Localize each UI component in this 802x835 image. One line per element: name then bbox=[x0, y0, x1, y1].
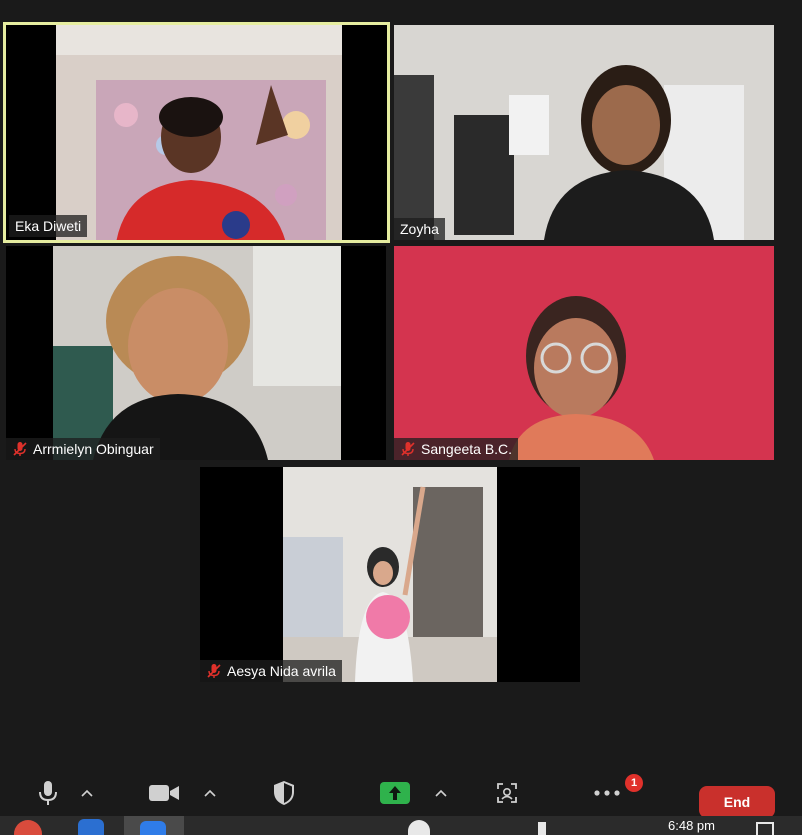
mic-muted-icon bbox=[401, 442, 415, 456]
audio-options-caret[interactable] bbox=[78, 778, 96, 808]
participant-name: Zoyha bbox=[400, 221, 439, 237]
reactions-button[interactable] bbox=[495, 778, 519, 808]
participant-name-bar: Eka Diweti bbox=[9, 215, 88, 237]
microphone-icon bbox=[39, 781, 57, 805]
meeting-toolbar bbox=[0, 770, 802, 816]
more-button[interactable] bbox=[592, 778, 622, 808]
chevron-up-icon bbox=[435, 789, 447, 797]
video-options-caret[interactable] bbox=[201, 778, 219, 808]
participant-video-image bbox=[394, 246, 774, 460]
mic-muted-icon bbox=[13, 442, 27, 456]
participant-name: Aesya Nida avrila bbox=[227, 663, 336, 679]
participant-video-image bbox=[283, 467, 497, 682]
security-button[interactable] bbox=[272, 778, 296, 808]
video-feed bbox=[56, 25, 342, 240]
participant-name-bar: Zoyha bbox=[394, 218, 445, 240]
tray-icon[interactable] bbox=[538, 822, 546, 835]
video-camera-icon bbox=[149, 785, 179, 801]
video-feed bbox=[394, 25, 774, 240]
chevron-up-icon bbox=[204, 789, 216, 797]
end-meeting-button[interactable]: End bbox=[699, 786, 775, 818]
participant-name-bar: Aesya Nida avrila bbox=[200, 660, 342, 682]
participant-tile[interactable]: Zoyha bbox=[394, 25, 774, 240]
shield-icon bbox=[274, 781, 294, 805]
taskbar-app-icon[interactable] bbox=[78, 819, 104, 835]
share-screen-icon bbox=[380, 782, 410, 804]
mic-muted-icon bbox=[207, 664, 221, 678]
taskbar-app-icon[interactable] bbox=[14, 820, 42, 835]
video-button[interactable] bbox=[148, 778, 180, 808]
mute-button[interactable] bbox=[34, 778, 62, 808]
chevron-up-icon bbox=[81, 789, 93, 797]
video-feed bbox=[53, 246, 341, 460]
notification-badge: 1 bbox=[625, 774, 643, 792]
participant-tile[interactable]: Aesya Nida avrila bbox=[200, 467, 580, 682]
video-gallery: Eka Diweti Zoyha Arrmielyn Obinguar Sang… bbox=[0, 0, 802, 770]
participant-name-bar: Arrmielyn Obinguar bbox=[6, 438, 160, 460]
taskbar-app-icon[interactable] bbox=[140, 821, 166, 835]
system-clock: 6:48 pm bbox=[668, 818, 715, 833]
video-feed bbox=[394, 246, 774, 460]
share-screen-button[interactable] bbox=[380, 778, 410, 808]
share-options-caret[interactable] bbox=[432, 778, 450, 808]
notifications-icon[interactable] bbox=[756, 822, 774, 835]
participant-name-bar: Sangeeta B.C. bbox=[394, 438, 519, 460]
tray-icon[interactable] bbox=[408, 820, 430, 835]
participant-tile[interactable]: Eka Diweti bbox=[3, 22, 390, 243]
participant-video-image bbox=[53, 246, 341, 460]
participant-video-image bbox=[56, 25, 342, 240]
participant-name: Arrmielyn Obinguar bbox=[33, 441, 154, 457]
more-icon bbox=[594, 790, 620, 796]
reactions-icon bbox=[497, 783, 517, 803]
participant-video-image bbox=[394, 25, 774, 240]
participant-tile[interactable]: Sangeeta B.C. bbox=[394, 246, 774, 460]
participant-name: Sangeeta B.C. bbox=[421, 441, 513, 457]
participant-tile[interactable]: Arrmielyn Obinguar bbox=[6, 246, 386, 460]
participant-name: Eka Diweti bbox=[15, 218, 82, 234]
video-feed bbox=[283, 467, 497, 682]
